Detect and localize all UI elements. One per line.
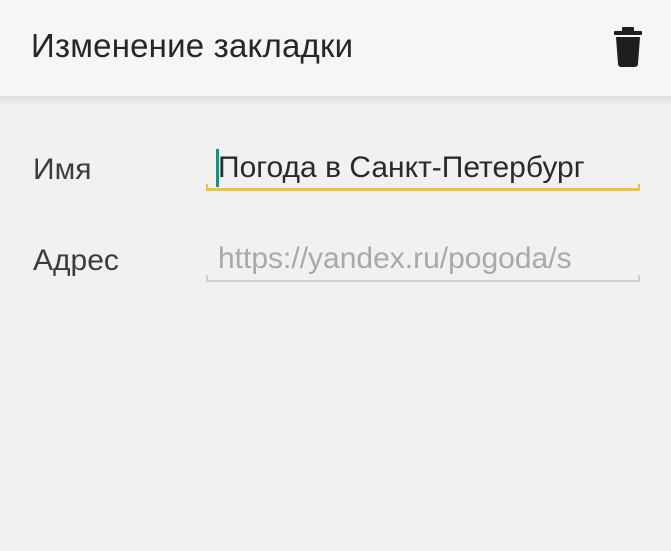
name-field-underline-tick-left (206, 184, 208, 191)
edit-bookmark-screen: Изменение закладки Имя Адрес (0, 0, 671, 551)
url-label: Адрес (33, 244, 119, 277)
trash-icon (614, 27, 642, 67)
url-field-underline-tick-right (638, 275, 640, 282)
text-cursor (216, 149, 219, 187)
name-field-container[interactable] (206, 145, 640, 191)
app-bar-shadow (0, 96, 671, 106)
page-title: Изменение закладки (31, 27, 354, 64)
url-field-container[interactable] (206, 236, 640, 282)
delete-bookmark-button[interactable] (606, 22, 650, 70)
name-field-underline-tick-right (638, 184, 640, 191)
app-bar: Изменение закладки (0, 0, 671, 96)
url-field-underline-tick-left (206, 275, 208, 282)
name-field-underline (206, 188, 640, 191)
name-label: Имя (33, 153, 92, 186)
url-field-underline (206, 280, 640, 282)
url-input[interactable] (218, 240, 636, 278)
name-input[interactable] (218, 149, 636, 187)
